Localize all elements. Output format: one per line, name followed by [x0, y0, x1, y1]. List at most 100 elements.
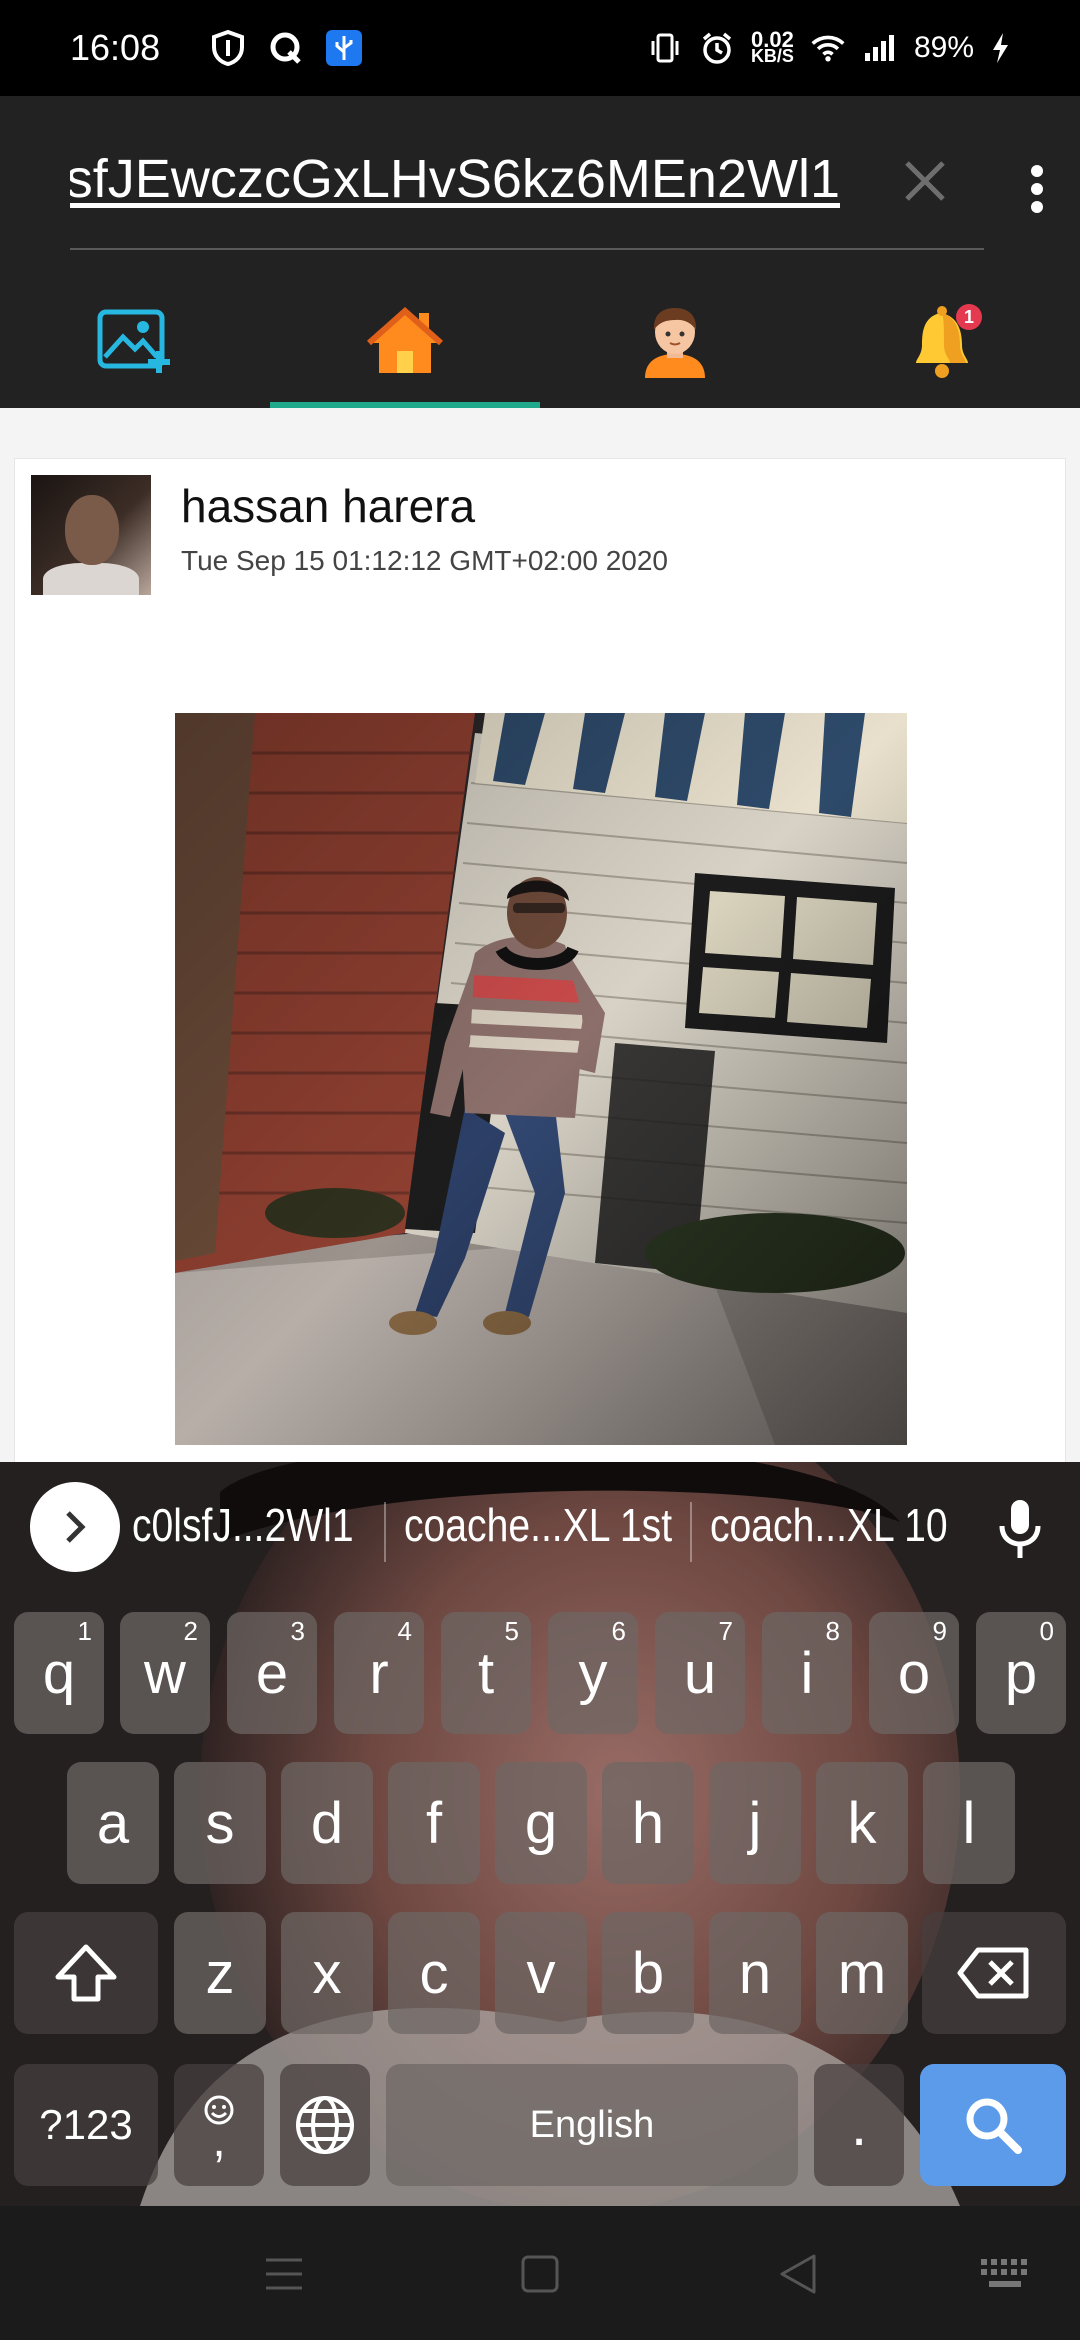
- post-photo[interactable]: [175, 713, 907, 1445]
- backspace-key[interactable]: [922, 1912, 1066, 2034]
- key-label: d: [310, 1790, 344, 1856]
- post-date: Tue Sep 15 01:12:12 GMT+02:00 2020: [181, 545, 668, 576]
- suggestion-expand-button[interactable]: [30, 1482, 120, 1572]
- key-g[interactable]: g: [495, 1762, 587, 1884]
- voice-input-button[interactable]: [990, 1494, 1050, 1564]
- key-label: o: [897, 1640, 931, 1706]
- key-l[interactable]: l: [923, 1762, 1015, 1884]
- key-a[interactable]: a: [67, 1762, 159, 1884]
- key-p[interactable]: p0: [976, 1612, 1066, 1734]
- add-photo-icon: [97, 309, 170, 373]
- key-k[interactable]: k: [816, 1762, 908, 1884]
- key-label: e: [255, 1640, 289, 1706]
- overflow-menu-button[interactable]: [1015, 154, 1059, 224]
- suggestion-divider: [384, 1502, 386, 1562]
- author-avatar[interactable]: [31, 475, 151, 595]
- signal-icon: [862, 30, 898, 66]
- status-time: 16:08: [70, 27, 161, 68]
- backspace-icon: [957, 1947, 1029, 1999]
- key-i[interactable]: i8: [762, 1612, 852, 1734]
- menu-lines-icon: [266, 2258, 302, 2290]
- tab-profile[interactable]: [540, 274, 810, 408]
- key-label: w: [144, 1640, 186, 1706]
- comma-emoji-key[interactable]: ,: [174, 2064, 264, 2186]
- suggestion-divider: [690, 1502, 692, 1562]
- clear-search-button[interactable]: [890, 146, 960, 216]
- shift-key[interactable]: [14, 1912, 158, 2034]
- shield-icon: [210, 30, 246, 66]
- system-navigation-bar: [0, 2206, 1080, 2340]
- key-v[interactable]: v: [495, 1912, 587, 2034]
- wifi-icon: [810, 30, 846, 66]
- key-hint: 0: [1039, 1616, 1054, 1646]
- key-label: j: [748, 1790, 762, 1856]
- battery-level: 89%: [913, 31, 974, 64]
- key-y[interactable]: y6: [548, 1612, 638, 1734]
- language-key[interactable]: [280, 2064, 370, 2186]
- key-label: ?123: [39, 2101, 133, 2148]
- post-card[interactable]: hassan harera Tue Sep 15 01:12:12 GMT+02…: [14, 458, 1066, 1468]
- key-label: m: [837, 1940, 887, 2006]
- key-label: z: [205, 1940, 235, 2006]
- key-hint: 6: [611, 1616, 626, 1646]
- search-input[interactable]: c0lsfJEwczcGxLHvS6kz6MEn2Wl1: [70, 148, 840, 210]
- home-icon: [367, 307, 443, 373]
- key-j[interactable]: j: [709, 1762, 801, 1884]
- app-header: c0lsfJEwczcGxLHvS6kz6MEn2Wl1 1: [0, 96, 1080, 408]
- key-hint: 3: [290, 1616, 305, 1646]
- key-t[interactable]: t5: [441, 1612, 531, 1734]
- key-c[interactable]: c: [388, 1912, 480, 2034]
- key-label: ,: [212, 2114, 226, 2167]
- symbols-key[interactable]: ?123: [14, 2064, 158, 2186]
- key-label: .: [850, 2092, 868, 2158]
- key-n[interactable]: n: [709, 1912, 801, 2034]
- status-bar: 16:08 0.02 KB/S 89%: [0, 0, 1080, 96]
- key-z[interactable]: z: [174, 1912, 266, 2034]
- home-button[interactable]: [518, 2252, 562, 2296]
- key-label: i: [800, 1640, 814, 1706]
- key-hint: 5: [504, 1616, 519, 1646]
- key-w[interactable]: w2: [120, 1612, 210, 1734]
- key-r[interactable]: r4: [334, 1612, 424, 1734]
- suggestion-2[interactable]: coache...XL 1st: [404, 1498, 672, 1552]
- period-key[interactable]: .: [814, 2064, 904, 2186]
- tab-home[interactable]: [270, 274, 540, 408]
- profile-avatar-icon: [645, 308, 705, 378]
- recent-apps-button[interactable]: [262, 2252, 306, 2296]
- space-key[interactable]: English: [386, 2064, 798, 2186]
- keyboard-icon: [981, 2259, 1027, 2287]
- suggestion-1[interactable]: c0lsfJ...2Wl1: [132, 1498, 354, 1552]
- key-s[interactable]: s: [174, 1762, 266, 1884]
- post-photo-graphic: [175, 713, 907, 1445]
- key-label: k: [847, 1790, 877, 1856]
- search-row: c0lsfJEwczcGxLHvS6kz6MEn2Wl1: [0, 96, 1080, 250]
- key-label: x: [312, 1940, 342, 2006]
- key-label: q: [42, 1640, 76, 1706]
- key-label: s: [205, 1790, 235, 1856]
- key-e[interactable]: e3: [227, 1612, 317, 1734]
- key-h[interactable]: h: [602, 1762, 694, 1884]
- key-label: v: [526, 1940, 556, 2006]
- key-x[interactable]: x: [281, 1912, 373, 2034]
- key-f[interactable]: f: [388, 1762, 480, 1884]
- key-o[interactable]: o9: [869, 1612, 959, 1734]
- key-label: g: [524, 1790, 558, 1856]
- key-label: b: [631, 1940, 665, 2006]
- key-m[interactable]: m: [816, 1912, 908, 2034]
- key-u[interactable]: u7: [655, 1612, 745, 1734]
- key-b[interactable]: b: [602, 1912, 694, 2034]
- vibrate-icon: [647, 30, 683, 66]
- tab-add-photo[interactable]: [0, 274, 270, 408]
- key-d[interactable]: d: [281, 1762, 373, 1884]
- back-button[interactable]: [776, 2252, 820, 2296]
- search-query-text: c0lsfJEwczcGxLHvS6kz6MEn2Wl1: [70, 149, 840, 209]
- search-action-key[interactable]: [920, 2064, 1066, 2186]
- feed: hassan harera Tue Sep 15 01:12:12 GMT+02…: [0, 408, 1080, 1468]
- suggestion-3[interactable]: coach...XL 10: [710, 1498, 948, 1552]
- key-label: h: [631, 1790, 665, 1856]
- keyboard-toggle-button[interactable]: [978, 2252, 1032, 2296]
- tab-notifications[interactable]: 1: [810, 274, 1080, 408]
- post-author[interactable]: hassan harera: [181, 479, 475, 533]
- key-q[interactable]: q1: [14, 1612, 104, 1734]
- key-hint: 9: [932, 1616, 947, 1646]
